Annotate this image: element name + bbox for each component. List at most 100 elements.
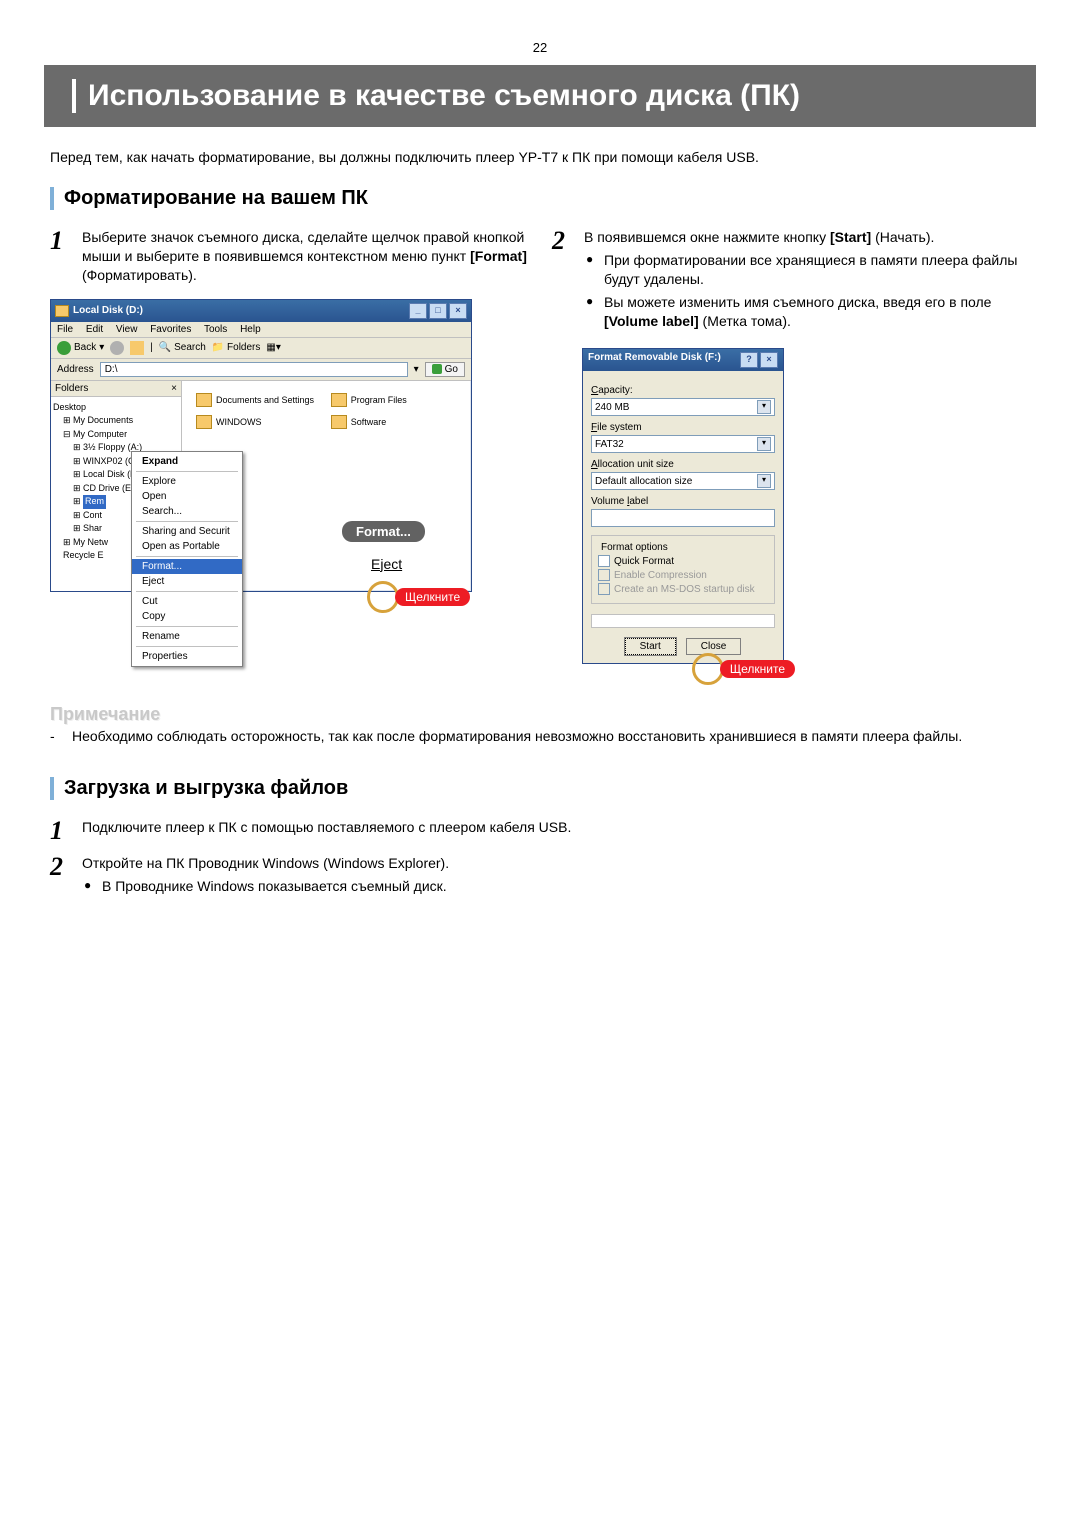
minimize-button[interactable]: _ — [409, 303, 427, 319]
title-bar: Использование в качестве съемного диска … — [44, 65, 1036, 127]
section2-heading: Загрузка и выгрузка файлов — [50, 777, 1030, 800]
s2-step1-text: Подключите плеер к ПК с помощью поставля… — [82, 818, 571, 837]
ctx-open[interactable]: Open — [132, 489, 242, 504]
intro-text: Перед тем, как начать форматирование, вы… — [50, 149, 1030, 165]
ctx-cut[interactable]: Cut — [132, 594, 242, 609]
explorer-title-text: Local Disk (D:) — [73, 305, 143, 316]
ctx-sharing[interactable]: Sharing and Securit — [132, 524, 242, 539]
address-bar: Address D:\ ▾ Go — [51, 359, 471, 381]
note-text: - Необходимо соблюдать осторожность, так… — [50, 727, 1030, 747]
menu-tools[interactable]: Tools — [204, 324, 227, 335]
search-button[interactable]: 🔍 Search — [159, 342, 206, 353]
compression-checkbox: Enable Compression — [598, 569, 768, 581]
menu-favorites[interactable]: Favorites — [150, 324, 191, 335]
page-number: 22 — [50, 40, 1030, 55]
tree-removable-selected[interactable]: Rem — [83, 495, 106, 509]
volume-label-input[interactable] — [591, 509, 775, 527]
callout-format: Format... — [342, 521, 425, 542]
step2-text: В появившемся окне нажмите кнопку [Start… — [584, 228, 1030, 334]
menu-file[interactable]: File — [57, 324, 73, 335]
tree-recycle[interactable]: Recycle E — [63, 550, 104, 560]
ctx-eject[interactable]: Eject — [132, 574, 242, 589]
format-progress — [591, 614, 775, 628]
ctx-rename[interactable]: Rename — [132, 629, 242, 644]
close-button[interactable]: × — [760, 352, 778, 368]
ctx-portable[interactable]: Open as Portable — [132, 539, 242, 554]
ctx-format[interactable]: Format... — [132, 559, 242, 574]
address-label: Address — [57, 364, 94, 375]
ctx-search[interactable]: Search... — [132, 504, 242, 519]
tree-desktop[interactable]: Desktop — [53, 401, 179, 415]
format-dialog-screenshot: Format Removable Disk (F:) ? × Capacity:… — [552, 348, 1030, 664]
note-heading: Примечание — [50, 704, 1030, 725]
explorer-toolbar: Back ▾ | 🔍 Search 📁 Folders ▦▾ — [51, 338, 471, 359]
menu-help[interactable]: Help — [240, 324, 261, 335]
folder-icon — [331, 393, 347, 407]
folder-item[interactable]: Documents and Settings — [196, 393, 316, 407]
chevron-down-icon: ▾ — [757, 400, 771, 414]
menu-view[interactable]: View — [116, 324, 138, 335]
callout-click: Щелкните — [367, 581, 470, 613]
tree-control[interactable]: Cont — [83, 510, 102, 520]
alloc-label: Allocation unit size — [591, 459, 775, 470]
folder-item[interactable]: Program Files — [331, 393, 451, 407]
format-options-legend: Format options — [598, 542, 671, 553]
close-button[interactable]: × — [449, 303, 467, 319]
step2-number: 2 — [552, 228, 574, 254]
context-menu[interactable]: Expand Explore Open Search... Sharing an… — [131, 451, 243, 667]
tree-cddrive[interactable]: CD Drive (E:) — [83, 483, 137, 493]
step1-number: 1 — [50, 228, 72, 254]
folder-icon — [196, 415, 212, 429]
tree-mynetwork[interactable]: My Netw — [73, 537, 108, 547]
capacity-select[interactable]: 240 MB▾ — [591, 398, 775, 416]
ctx-expand[interactable]: Expand — [132, 454, 242, 469]
format-options-group: Format options Quick Format Enable Compr… — [591, 535, 775, 604]
up-button[interactable] — [130, 341, 144, 355]
tree-mydocs[interactable]: My Documents — [73, 415, 133, 425]
folders-button[interactable]: 📁 Folders — [212, 342, 261, 353]
s2-step2-bullet: В Проводнике Windows показывается съемны… — [82, 877, 449, 896]
step2-bullet2: Вы можете изменить имя съемного диска, в… — [584, 293, 1030, 331]
views-button[interactable]: ▦▾ — [266, 342, 280, 353]
capacity-label: Capacity: — [591, 385, 775, 396]
msdos-checkbox: Create an MS-DOS startup disk — [598, 583, 768, 595]
callout-click-format: Щелкните — [692, 653, 795, 685]
chevron-down-icon: ▾ — [757, 437, 771, 451]
ctx-properties[interactable]: Properties — [132, 649, 242, 664]
back-button[interactable]: Back ▾ — [57, 341, 104, 355]
drive-icon — [55, 305, 69, 317]
s2-step1-number: 1 — [50, 818, 72, 844]
volume-label-label: Volume label — [591, 496, 775, 507]
explorer-screenshot: Local Disk (D:) _ □ × File Edit View Fav… — [50, 299, 528, 592]
tree-shared[interactable]: Shar — [83, 523, 102, 533]
forward-button[interactable] — [110, 341, 124, 355]
filesystem-select[interactable]: FAT32▾ — [591, 435, 775, 453]
format-titlebar: Format Removable Disk (F:) ? × — [583, 349, 783, 371]
s2-step2-text: Откройте на ПК Проводник Windows (Window… — [82, 854, 449, 900]
step1-text: Выберите значок съемного диска, сделайте… — [82, 228, 528, 285]
explorer-titlebar: Local Disk (D:) _ □ × — [51, 300, 471, 322]
menu-edit[interactable]: Edit — [86, 324, 103, 335]
ctx-copy[interactable]: Copy — [132, 609, 242, 624]
folders-close-icon[interactable]: × — [171, 383, 177, 394]
page-title: Использование в качестве съемного диска … — [88, 79, 1020, 113]
step2-bullet1: При форматировании все хранящиеся в памя… — [584, 251, 1030, 289]
folder-icon — [196, 393, 212, 407]
folder-icon — [331, 415, 347, 429]
alloc-select[interactable]: Default allocation size▾ — [591, 472, 775, 490]
address-input[interactable]: D:\ — [100, 362, 408, 377]
chevron-down-icon: ▾ — [757, 474, 771, 488]
quick-format-checkbox[interactable]: Quick Format — [598, 555, 768, 567]
explorer-menubar[interactable]: File Edit View Favorites Tools Help — [51, 322, 471, 338]
folder-item[interactable]: WINDOWS — [196, 415, 316, 429]
folder-item[interactable]: Software — [331, 415, 451, 429]
section1-heading: Форматирование на вашем ПК — [50, 187, 1030, 210]
callout-eject: Eject — [357, 553, 416, 575]
help-button[interactable]: ? — [740, 352, 758, 368]
maximize-button[interactable]: □ — [429, 303, 447, 319]
ctx-explore[interactable]: Explore — [132, 474, 242, 489]
tree-mycomputer[interactable]: My Computer — [73, 429, 127, 439]
s2-step2-number: 2 — [50, 854, 72, 880]
go-button[interactable]: Go — [425, 362, 465, 377]
start-button[interactable]: Start — [625, 638, 676, 655]
